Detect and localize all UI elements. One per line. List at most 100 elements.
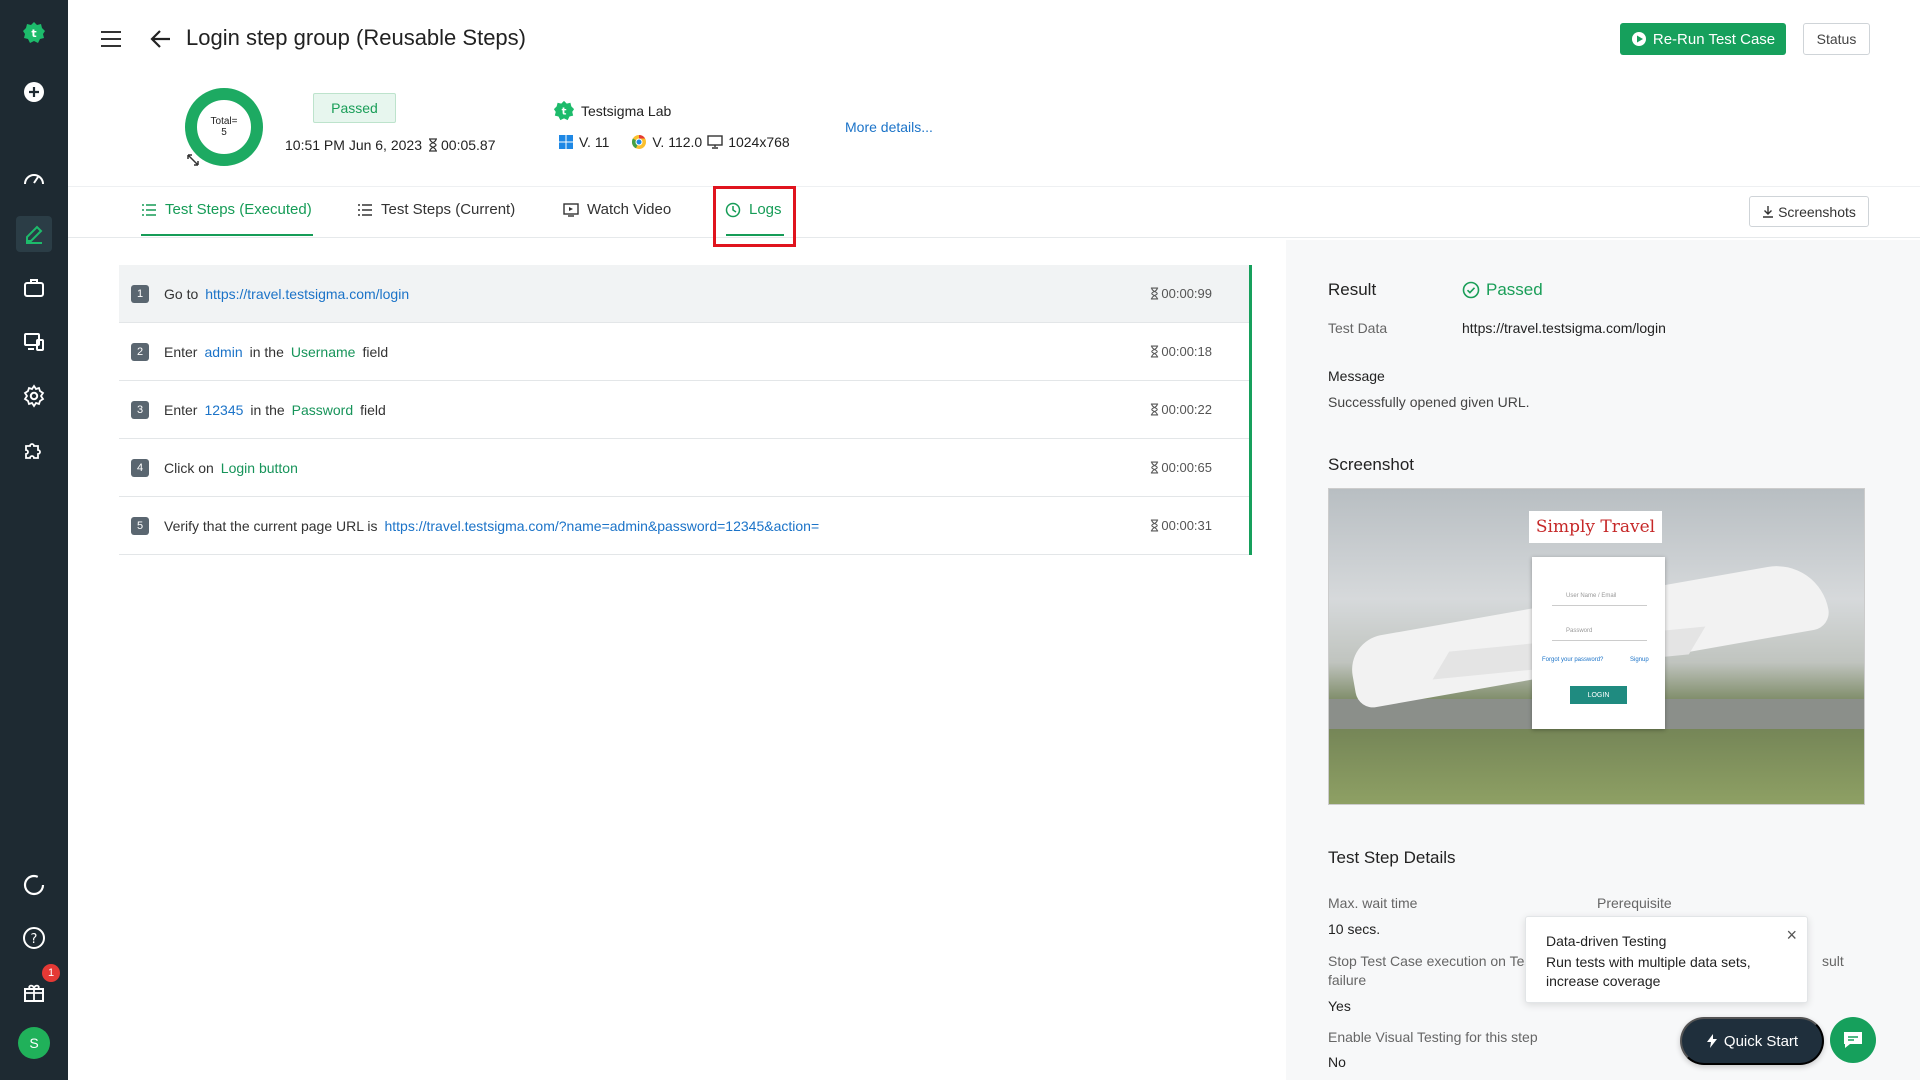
step-element: Username [290, 343, 356, 360]
add-icon[interactable] [19, 77, 49, 107]
addons-puzzle-icon[interactable] [19, 435, 49, 465]
step-screenshot-image[interactable]: Simply Travel User Name / Email Password… [1328, 488, 1865, 805]
dashboard-icon[interactable] [19, 165, 49, 195]
check-circle-icon [1462, 281, 1480, 299]
stop-execution-label-2: failure [1328, 972, 1367, 988]
chat-button[interactable] [1830, 1017, 1876, 1063]
windows-icon [559, 135, 573, 149]
screenshot-login-card: User Name / Email Password Forgot your p… [1532, 557, 1665, 729]
prerequisite-label: Prerequisite [1597, 895, 1672, 911]
expand-diagonal-icon[interactable] [186, 153, 200, 167]
message-value: Successfully opened given URL. [1328, 394, 1530, 410]
total-value: 5 [221, 127, 227, 138]
svg-text:t: t [31, 27, 36, 40]
screenshot-forgot-link: Forgot your password? [1542, 657, 1604, 663]
step-duration: 00:00:31 [1150, 518, 1212, 533]
svg-text:?: ? [31, 932, 38, 947]
download-icon [1763, 206, 1774, 218]
screenshot-logo: Simply Travel [1529, 511, 1662, 543]
tab-label: Test Steps (Current) [381, 201, 516, 218]
screenshot-heading: Screenshot [1328, 455, 1414, 474]
data-driven-testing-popup: Data-driven Testing Run tests with multi… [1525, 916, 1808, 1003]
hourglass-icon [1151, 287, 1159, 300]
rerun-label: Re-Run Test Case [1652, 30, 1776, 48]
logs-highlight-annotation [713, 186, 796, 247]
tab-watch-video[interactable]: Watch Video [563, 201, 671, 218]
step-number: 1 [131, 284, 149, 303]
notification-badge: 1 [42, 964, 60, 982]
help-icon[interactable]: ? [19, 923, 49, 953]
hourglass-icon [1151, 519, 1159, 532]
tab-label: Watch Video [587, 201, 672, 218]
test-step-row[interactable]: 2 Enter admin in the Username field 00:0… [119, 323, 1252, 381]
hourglass-icon [1151, 345, 1159, 358]
step-number: 2 [131, 342, 149, 361]
list-icon [358, 203, 372, 216]
settings-gear-icon[interactable] [19, 381, 49, 411]
max-wait-value: 10 secs. [1328, 921, 1381, 937]
step-text: Click on [164, 459, 214, 476]
step-test-data: admin [204, 343, 243, 360]
step-text: Enter [164, 401, 198, 418]
step-text: field [362, 343, 389, 360]
step-url-value[interactable]: https://travel.testsigma.com/login [205, 286, 409, 302]
screenshot-signup-link: Signup [1630, 657, 1649, 663]
test-step-row[interactable]: 3 Enter 12345 in the Password field 00:0… [119, 381, 1252, 439]
hourglass-icon [1151, 461, 1159, 474]
screenshots-button[interactable]: Screenshots [1749, 196, 1869, 227]
screenshot-field-line [1552, 605, 1647, 606]
popup-title: Data-driven Testing [1546, 933, 1667, 949]
step-number: 4 [131, 458, 149, 477]
testsigma-logo-icon[interactable]: t [19, 18, 49, 48]
briefcase-icon[interactable] [19, 273, 49, 303]
back-arrow-icon[interactable] [150, 28, 172, 50]
step-time: 00:00:22 [1161, 402, 1212, 417]
total-label: Total= [210, 116, 238, 127]
test-step-row[interactable]: 5 Verify that the current page URL is ht… [119, 497, 1252, 555]
step-number: 3 [131, 400, 149, 419]
active-tab-indicator [141, 234, 313, 236]
step-time: 00:00:65 [1161, 460, 1212, 475]
loading-circle-icon[interactable] [19, 870, 49, 900]
resolution: 1024x768 [728, 134, 790, 150]
step-text: field [360, 401, 386, 418]
quick-start-button[interactable]: Quick Start [1680, 1017, 1824, 1065]
page-title: Login step group (Reusable Steps) [186, 25, 526, 50]
hamburger-menu-icon[interactable] [100, 30, 122, 48]
run-duration: 00:05.87 [428, 137, 496, 153]
step-text: Enter [164, 343, 198, 360]
step-duration: 00:00:18 [1150, 344, 1212, 359]
tab-label: Test Steps (Executed) [165, 201, 312, 218]
tab-test-steps-current[interactable]: Test Steps (Current) [357, 201, 515, 218]
lab-name: Testsigma Lab [581, 103, 672, 119]
more-details-link[interactable]: More details... [845, 119, 933, 135]
visual-testing-label: Enable Visual Testing for this step [1328, 1029, 1538, 1045]
play-circle-icon [1631, 32, 1646, 46]
status-button[interactable]: Status [1803, 23, 1870, 55]
visual-testing-value: No [1328, 1054, 1346, 1070]
devices-icon[interactable] [19, 327, 49, 357]
test-step-row[interactable]: 4 Click on Login button 00:00:65 [119, 439, 1252, 497]
step-url-value[interactable]: https://travel.testsigma.com/?name=admin… [384, 518, 819, 534]
test-step-row[interactable]: 1 Go to https://travel.testsigma.com/log… [119, 265, 1252, 323]
result-heading: Result [1328, 280, 1377, 299]
user-avatar[interactable]: S [18, 1027, 50, 1059]
step-test-data: 12345 [204, 401, 244, 418]
step-duration: 00:00:22 [1150, 402, 1212, 417]
tab-test-steps-executed[interactable]: Test Steps (Executed) [141, 201, 312, 218]
lightning-icon [1706, 1034, 1717, 1048]
close-icon[interactable]: × [1786, 925, 1797, 946]
step-text: in the [250, 401, 285, 418]
step-element: Login button [220, 459, 298, 476]
popup-body: Run tests with multiple data sets, incre… [1546, 954, 1751, 989]
step-text: in the [249, 343, 284, 360]
test-development-icon[interactable] [16, 216, 52, 252]
step-element: Password [291, 401, 354, 418]
rerun-test-case-button[interactable]: Re-Run Test Case [1620, 23, 1786, 55]
left-nav-rail: t ? 1 S [0, 0, 68, 1080]
hourglass-icon [1151, 403, 1159, 416]
gift-icon[interactable] [19, 977, 49, 1007]
screenshot-login-button: LOGIN [1570, 686, 1627, 704]
execution-lab: t Testsigma Lab [553, 100, 671, 122]
svg-text:t: t [562, 107, 567, 118]
